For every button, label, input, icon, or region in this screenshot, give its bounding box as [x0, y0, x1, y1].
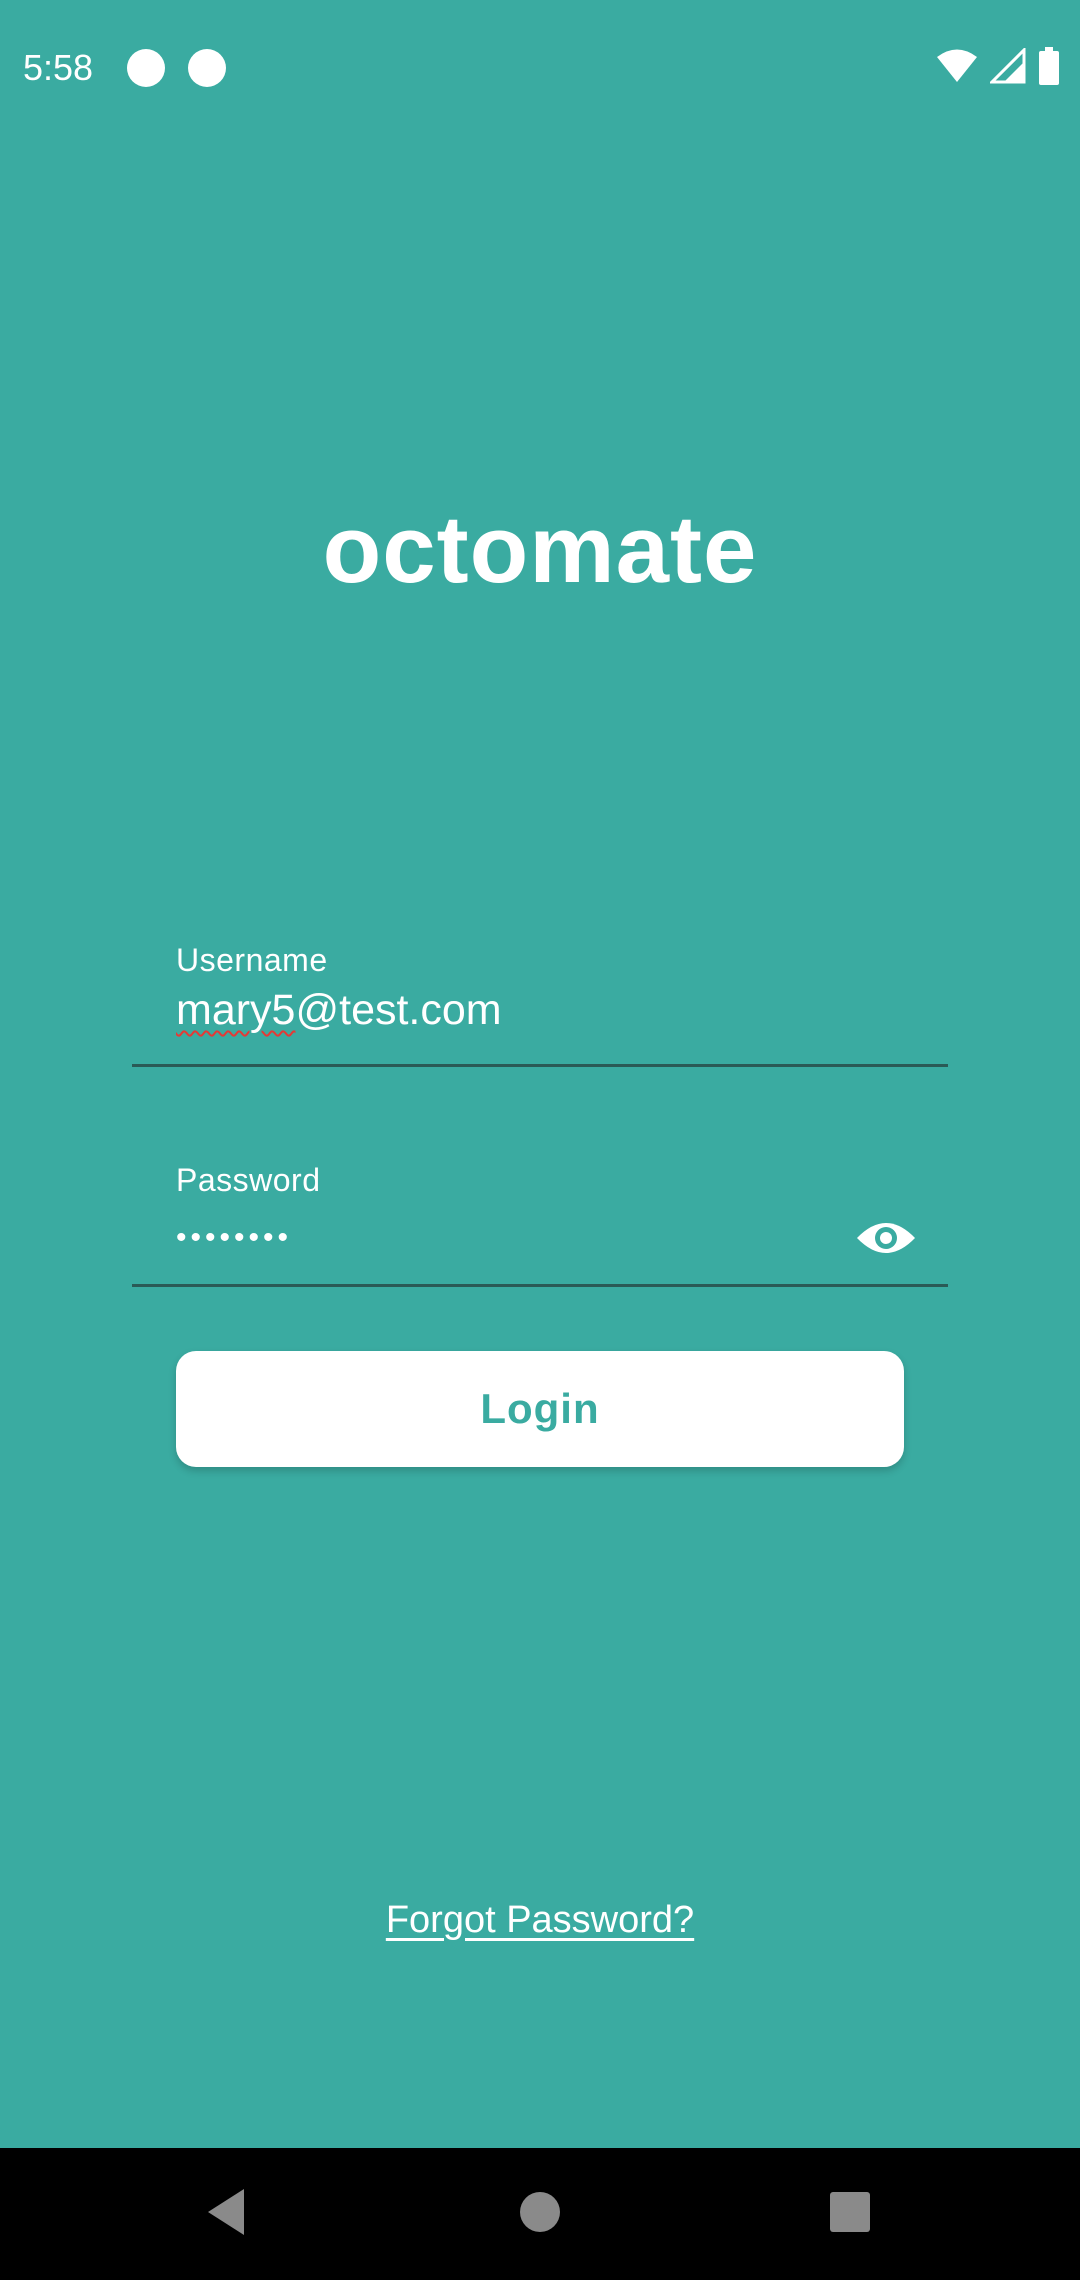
home-icon	[518, 2190, 562, 2239]
eye-icon	[855, 1218, 917, 1263]
recents-button[interactable]	[820, 2184, 880, 2244]
status-icons	[936, 45, 1060, 90]
wifi-icon	[936, 48, 978, 89]
username-label: Username	[176, 942, 328, 978]
username-rest-part: @test.com	[295, 986, 502, 1034]
app-logo: octomate	[322, 496, 758, 603]
cell-signal-icon	[988, 45, 1026, 89]
username-input[interactable]: mary5@test.com	[176, 982, 502, 1038]
back-button[interactable]	[196, 2184, 256, 2244]
password-visibility-toggle[interactable]	[854, 1208, 918, 1272]
forgot-password-link[interactable]: Forgot Password?	[0, 1890, 1080, 1950]
home-button[interactable]	[510, 2184, 570, 2244]
login-button[interactable]: Login	[176, 1351, 904, 1467]
navigation-bar	[0, 2148, 1080, 2280]
notification-dot-icon	[188, 49, 226, 87]
status-time: 5:58	[23, 47, 94, 88]
password-input[interactable]: ••••••••	[176, 1210, 292, 1266]
username-misspelled-part: mary5	[176, 986, 296, 1034]
login-screen: 5:58 octomate Username mary5@test.com Pa…	[0, 0, 1080, 2148]
battery-icon	[1038, 46, 1060, 90]
password-label: Password	[176, 1162, 321, 1198]
username-field[interactable]: Username mary5@test.com	[132, 930, 948, 1067]
notification-dot-icon	[127, 49, 165, 87]
password-field[interactable]: Password ••••••••	[132, 1150, 948, 1287]
back-icon	[204, 2187, 248, 2242]
recents-icon	[828, 2190, 872, 2239]
